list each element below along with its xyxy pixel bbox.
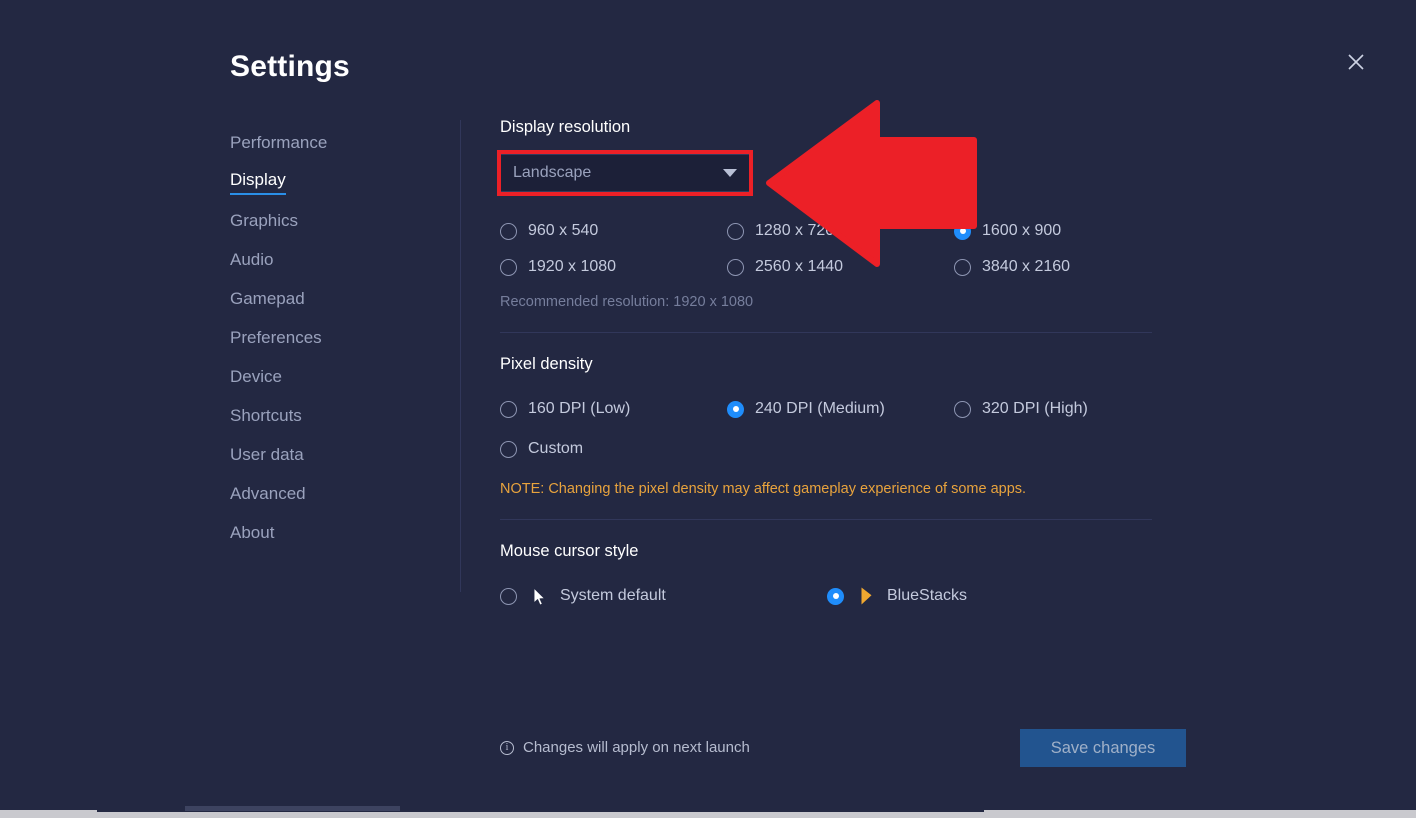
radio-indicator <box>954 259 971 276</box>
cursor-arrow-orange-icon <box>855 587 877 606</box>
radio-resolution-2560x1440[interactable]: 2560 x 1440 <box>727 249 954 285</box>
radio-indicator-selected <box>727 401 744 418</box>
sidebar-item-label: Display <box>230 171 286 195</box>
radio-indicator <box>500 401 517 418</box>
radio-cursor-bluestacks[interactable]: BlueStacks <box>827 578 1160 614</box>
sidebar-item-label: Shortcuts <box>230 407 302 426</box>
orientation-dropdown[interactable]: Landscape <box>500 154 750 192</box>
info-icon: i <box>500 741 514 755</box>
sidebar-item-advanced[interactable]: Advanced <box>230 475 440 514</box>
sidebar-item-display[interactable]: Display <box>230 163 440 202</box>
recommended-resolution-text: Recommended resolution: 1920 x 1080 <box>500 294 1160 310</box>
radio-dpi-320[interactable]: 320 DPI (High) <box>954 391 1160 427</box>
radio-label: 3840 x 2160 <box>982 258 1070 276</box>
section-divider <box>500 332 1152 333</box>
radio-indicator <box>500 259 517 276</box>
chevron-down-icon <box>723 169 737 177</box>
sidebar-item-user-data[interactable]: User data <box>230 436 440 475</box>
radio-label: 2560 x 1440 <box>755 258 843 276</box>
orientation-dropdown-value: Landscape <box>513 164 723 182</box>
display-settings-panel: Display resolution Landscape 960 x 540 1… <box>500 118 1160 614</box>
radio-resolution-960x540[interactable]: 960 x 540 <box>500 213 727 249</box>
settings-window: Settings Performance Display Graphics Au… <box>0 0 1416 818</box>
radio-label: 1920 x 1080 <box>528 258 616 276</box>
bottom-taskbar-hint <box>185 806 400 811</box>
section-divider <box>500 519 1152 520</box>
radio-indicator-selected <box>827 588 844 605</box>
sidebar-item-shortcuts[interactable]: Shortcuts <box>230 397 440 436</box>
radio-indicator <box>727 259 744 276</box>
footer-note-text: Changes will apply on next launch <box>523 739 750 756</box>
radio-label: 1280 x 720 <box>755 222 834 240</box>
page-title: Settings <box>230 50 350 84</box>
radio-resolution-1600x900[interactable]: 1600 x 900 <box>954 213 1160 249</box>
sidebar-item-label: User data <box>230 446 304 465</box>
radio-indicator <box>500 588 517 605</box>
mouse-cursor-options: System default BlueStacks <box>500 578 1160 614</box>
radio-indicator <box>500 441 517 458</box>
cursor-arrow-white-icon <box>528 587 550 606</box>
close-icon[interactable] <box>1340 46 1372 78</box>
sidebar-item-gamepad[interactable]: Gamepad <box>230 280 440 319</box>
sidebar-item-label: Preferences <box>230 329 322 348</box>
sidebar-item-label: Graphics <box>230 212 298 231</box>
sidebar-item-label: Device <box>230 368 282 387</box>
radio-dpi-160[interactable]: 160 DPI (Low) <box>500 391 727 427</box>
radio-label: 1600 x 900 <box>982 222 1061 240</box>
sidebar-item-device[interactable]: Device <box>230 358 440 397</box>
radio-label: 240 DPI (Medium) <box>755 400 885 418</box>
radio-dpi-custom[interactable]: Custom <box>500 431 727 467</box>
mouse-cursor-style-heading: Mouse cursor style <box>500 542 1160 561</box>
radio-label: BlueStacks <box>887 587 967 605</box>
sidebar-item-label: Performance <box>230 134 327 153</box>
radio-label: 320 DPI (High) <box>982 400 1088 418</box>
radio-label: 160 DPI (Low) <box>528 400 630 418</box>
pixel-density-options: 160 DPI (Low) 240 DPI (Medium) 320 DPI (… <box>500 391 1160 467</box>
radio-label: 960 x 540 <box>528 222 598 240</box>
sidebar-item-audio[interactable]: Audio <box>230 241 440 280</box>
sidebar-item-preferences[interactable]: Preferences <box>230 319 440 358</box>
settings-sidebar: Performance Display Graphics Audio Gamep… <box>230 124 440 553</box>
radio-indicator-selected <box>954 223 971 240</box>
radio-dpi-240[interactable]: 240 DPI (Medium) <box>727 391 954 427</box>
pixel-density-note: NOTE: Changing the pixel density may aff… <box>500 481 1160 497</box>
sidebar-item-performance[interactable]: Performance <box>230 124 440 163</box>
sidebar-item-label: Gamepad <box>230 290 305 309</box>
radio-cursor-system-default[interactable]: System default <box>500 578 827 614</box>
display-resolution-heading: Display resolution <box>500 118 1160 137</box>
sidebar-item-label: About <box>230 524 274 543</box>
sidebar-item-about[interactable]: About <box>230 514 440 553</box>
sidebar-item-label: Advanced <box>230 485 306 504</box>
radio-indicator <box>500 223 517 240</box>
sidebar-content-divider <box>460 120 461 592</box>
sidebar-item-graphics[interactable]: Graphics <box>230 202 440 241</box>
footer-note: i Changes will apply on next launch <box>500 739 750 756</box>
sidebar-item-label: Audio <box>230 251 273 270</box>
radio-resolution-1920x1080[interactable]: 1920 x 1080 <box>500 249 727 285</box>
radio-resolution-3840x2160[interactable]: 3840 x 2160 <box>954 249 1160 285</box>
radio-label: System default <box>560 587 666 605</box>
radio-indicator <box>954 401 971 418</box>
radio-label: Custom <box>528 440 583 458</box>
pixel-density-heading: Pixel density <box>500 355 1160 374</box>
radio-indicator <box>727 223 744 240</box>
radio-resolution-1280x720[interactable]: 1280 x 720 <box>727 213 954 249</box>
resolution-options: 960 x 540 1280 x 720 1600 x 900 1920 x 1… <box>500 213 1160 285</box>
orientation-dropdown-wrap: Landscape <box>500 154 750 192</box>
save-changes-button[interactable]: Save changes <box>1020 729 1186 767</box>
